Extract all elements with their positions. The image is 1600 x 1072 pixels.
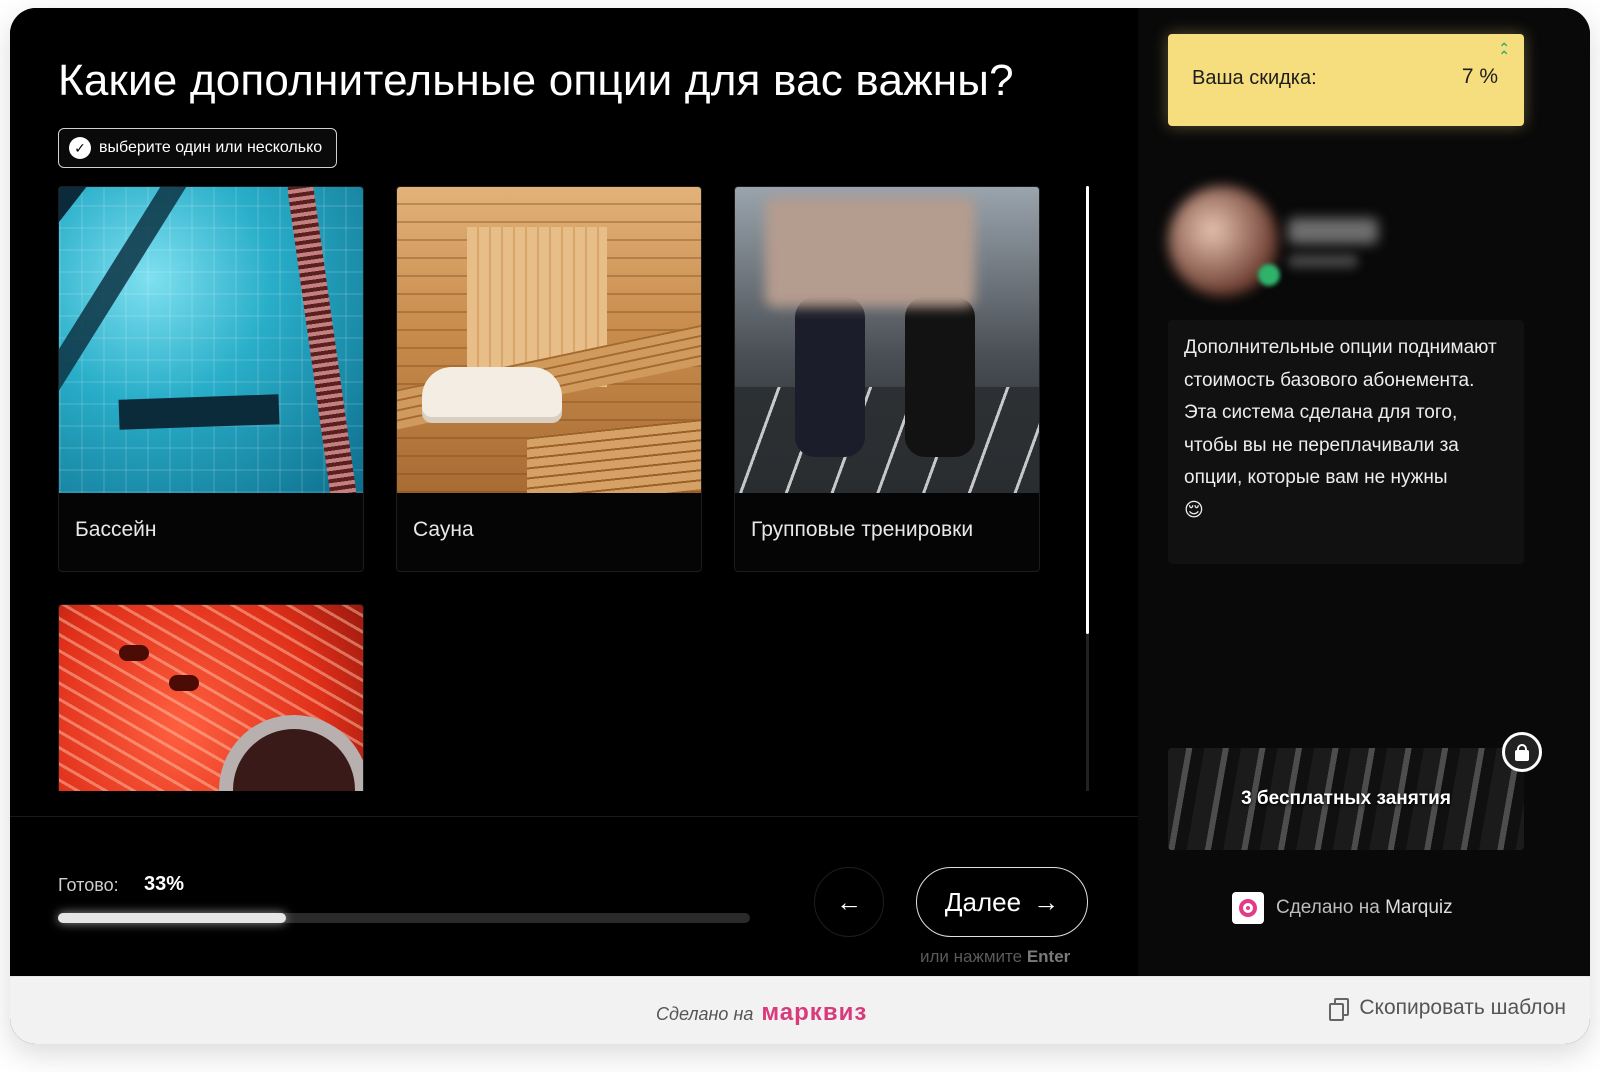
lock-icon	[1502, 732, 1542, 772]
discount-panel: Ваша скидка: 7 % ⌃ ⌃	[1168, 34, 1524, 126]
copy-template-button[interactable]: Скопировать шаблон	[1329, 996, 1566, 1021]
progress-bar-fill	[58, 913, 287, 923]
discount-value: 7 %	[1461, 65, 1498, 88]
progress-value: 33%	[144, 873, 185, 895]
made-with-marquiz-link[interactable]: Сделано на Marquiz	[1232, 892, 1453, 924]
option-label: Бассейн	[75, 518, 157, 541]
option-card-group-training[interactable]: Групповые тренировки	[734, 186, 1040, 572]
bonus-text: 3 бесплатных занятия	[1241, 788, 1451, 809]
double-chevron-up-icon: ⌃ ⌃	[1498, 40, 1510, 64]
manager-role-blurred	[1288, 254, 1358, 268]
marquiz-logo-icon	[1232, 892, 1264, 924]
sauna-image	[397, 187, 701, 493]
enter-hint: или нажмите Enter	[920, 947, 1071, 966]
quiz-footer: Готово: 33% ← Далее → или нажмите Enter	[10, 816, 1138, 976]
solarium-image	[59, 605, 363, 791]
message-text: Дополнительные опции поднимают стоимость…	[1184, 337, 1497, 488]
arrow-left-icon: ←	[836, 886, 862, 917]
bonus-card: 3 бесплатных занятия	[1168, 748, 1524, 850]
progress-bar	[58, 913, 750, 923]
manager-message: Дополнительные опции поднимают стоимость…	[1168, 320, 1524, 564]
question-title: Какие дополнительные опции для вас важны…	[58, 56, 1014, 105]
discount-label: Ваша скидка:	[1192, 67, 1317, 89]
copy-icon	[1329, 998, 1350, 1021]
options-grid: Бассейн Сауна Групповые тренировки	[58, 186, 1058, 791]
copy-template-label: Скопировать шаблон	[1359, 996, 1566, 1019]
option-label: Сауна	[413, 518, 474, 541]
back-button[interactable]: ←	[814, 867, 884, 937]
sidebar: Ваша скидка: 7 % ⌃ ⌃ Дополнительные опции…	[1138, 8, 1590, 976]
manager-name-blurred	[1288, 218, 1378, 244]
question-panel: Какие дополнительные опции для вас важны…	[10, 8, 1138, 976]
enter-key: Enter	[1026, 947, 1071, 966]
hint-text: выберите один или несколько	[99, 139, 323, 156]
option-card-solarium[interactable]	[58, 604, 364, 791]
made-on-marquiz[interactable]: Сделано на марквиз	[656, 999, 867, 1027]
next-label: Далее	[944, 886, 1022, 917]
arrow-right-icon: →	[1033, 886, 1060, 917]
group-training-image	[735, 187, 1039, 493]
next-button[interactable]: Далее →	[916, 867, 1088, 937]
check-icon: ✓	[69, 137, 91, 159]
pool-image	[59, 187, 363, 493]
option-card-sauna[interactable]: Сауна	[396, 186, 702, 572]
relieved-face-emoji: 😌	[1184, 499, 1204, 521]
bottom-bar: Сделано на марквиз Скопировать шаблон	[10, 976, 1590, 1044]
online-status-icon	[1258, 264, 1280, 286]
multi-select-hint: ✓ выберите один или несколько	[58, 128, 338, 168]
options-scrollbar-thumb[interactable]	[1086, 186, 1089, 634]
option-label: Групповые тренировки	[751, 518, 974, 541]
quiz-window: Какие дополнительные опции для вас важны…	[10, 8, 1590, 1044]
option-card-pool[interactable]: Бассейн	[58, 186, 364, 572]
brand-logo: марквиз	[761, 999, 868, 1026]
manager-card	[1168, 176, 1528, 296]
progress-label: Готово:	[58, 875, 119, 895]
